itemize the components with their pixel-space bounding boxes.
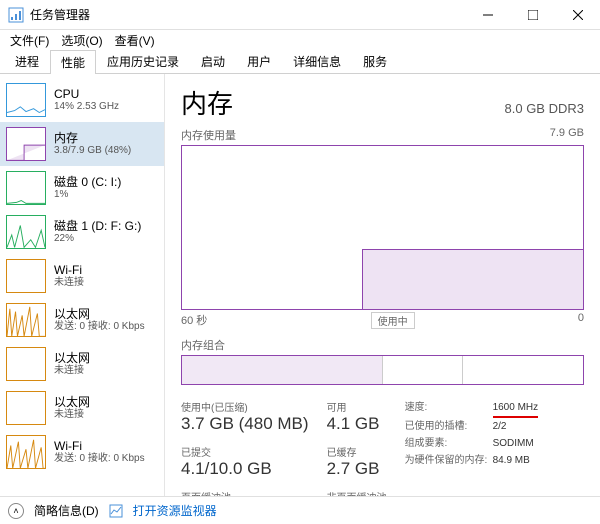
- net-sparkline: [6, 259, 46, 293]
- net-sparkline: [6, 435, 46, 469]
- stat-inuse-label: 使用中(已压缩): [181, 399, 309, 414]
- net-sparkline: [6, 303, 46, 337]
- compo-seg-standby: [383, 356, 463, 384]
- titlebar: 任务管理器: [0, 0, 600, 30]
- sidebar-item-eth2[interactable]: 以太网未连接: [0, 342, 164, 386]
- sidebar-item-label: CPU: [54, 87, 119, 101]
- disk-sparkline: [6, 215, 46, 249]
- compo-seg-inuse: [182, 356, 383, 384]
- composition-bar: [181, 355, 584, 385]
- footer: ˄ 简略信息(D) 打开资源监视器: [0, 496, 600, 524]
- sidebar-item-cpu[interactable]: CPU14% 2.53 GHz: [0, 78, 164, 122]
- app-icon: [8, 7, 24, 23]
- fewer-details-icon[interactable]: ˄: [8, 503, 24, 519]
- sidebar-item-label: 磁盘 0 (C: I:): [54, 175, 121, 189]
- stat-paged-label: 页面缓冲池: [181, 489, 309, 496]
- tab-users[interactable]: 用户: [236, 49, 282, 73]
- sidebar-item-label: 磁盘 1 (D: F: G:): [54, 219, 141, 233]
- capacity-text: 8.0 GB DDR3: [505, 101, 584, 116]
- main-panel: 内存 8.0 GB DDR3 内存使用量 7.9 GB 60 秒 使用中 0 内…: [165, 74, 600, 496]
- axis-mid: 使用中: [371, 312, 415, 329]
- stat-avail-label: 可用: [327, 399, 387, 414]
- sidebar-item-wifi1[interactable]: Wi-Fi未连接: [0, 254, 164, 298]
- usage-label: 内存使用量: [181, 127, 236, 143]
- maximize-button[interactable]: [510, 0, 555, 30]
- sidebar-item-sub: 未连接: [54, 365, 90, 377]
- meta-hw-v: 84.9 MB: [493, 452, 530, 469]
- sidebar-item-sub: 未连接: [54, 277, 84, 289]
- tab-performance[interactable]: 性能: [50, 50, 96, 74]
- sidebar-item-sub: 未连接: [54, 409, 90, 421]
- tab-details[interactable]: 详细信息: [282, 49, 352, 73]
- meta-slots-k: 已使用的插槽:: [405, 418, 493, 435]
- sidebar-item-disk1[interactable]: 磁盘 1 (D: F: G:)22%: [0, 210, 164, 254]
- composition-label: 内存组合: [181, 337, 584, 353]
- sidebar-item-label: 内存: [54, 131, 131, 145]
- memory-sparkline: [6, 127, 46, 161]
- stat-committed-label: 已提交: [181, 444, 309, 459]
- sidebar-item-disk0[interactable]: 磁盘 0 (C: I:)1%: [0, 166, 164, 210]
- menu-file[interactable]: 文件(F): [6, 32, 53, 49]
- meta-slots-v: 2/2: [493, 418, 507, 435]
- disk-sparkline: [6, 171, 46, 205]
- minimize-button[interactable]: [465, 0, 510, 30]
- sidebar-item-sub: 14% 2.53 GHz: [54, 101, 119, 113]
- net-sparkline: [6, 391, 46, 425]
- page-title: 内存: [181, 84, 233, 121]
- open-resmon-link[interactable]: 打开资源监视器: [133, 502, 217, 519]
- tab-history[interactable]: 应用历史记录: [96, 49, 190, 73]
- sidebar-item-eth3[interactable]: 以太网未连接: [0, 386, 164, 430]
- sidebar-item-sub: 发送: 0 接收: 0 Kbps: [54, 321, 145, 333]
- usage-max: 7.9 GB: [550, 127, 584, 143]
- sidebar: CPU14% 2.53 GHz 内存3.8/7.9 GB (48%) 磁盘 0 …: [0, 74, 165, 496]
- fewer-details-button[interactable]: 简略信息(D): [34, 502, 99, 519]
- sidebar-item-sub: 发送: 0 接收: 0 Kbps: [54, 453, 145, 465]
- menu-view[interactable]: 查看(V): [111, 32, 159, 49]
- resmon-icon: [109, 504, 123, 518]
- stat-inuse-val: 3.7 GB (480 MB): [181, 414, 309, 434]
- stat-cached-label: 已缓存: [327, 444, 387, 459]
- close-button[interactable]: [555, 0, 600, 30]
- cpu-sparkline: [6, 83, 46, 117]
- net-sparkline: [6, 347, 46, 381]
- tabbar: 进程 性能 应用历史记录 启动 用户 详细信息 服务: [0, 50, 600, 74]
- stat-committed-val: 4.1/10.0 GB: [181, 459, 309, 479]
- sidebar-item-sub: 22%: [54, 233, 141, 245]
- axis-left: 60 秒: [181, 312, 207, 329]
- sidebar-item-label: 以太网: [54, 395, 90, 409]
- tab-processes[interactable]: 进程: [4, 49, 50, 73]
- sidebar-item-label: Wi-Fi: [54, 439, 145, 453]
- memory-chart: [181, 145, 584, 310]
- sidebar-item-label: Wi-Fi: [54, 263, 84, 277]
- sidebar-item-eth1[interactable]: 以太网发送: 0 接收: 0 Kbps: [0, 298, 164, 342]
- sidebar-item-label: 以太网: [54, 351, 90, 365]
- meta-form-v: SODIMM: [493, 435, 534, 452]
- meta-form-k: 组成要素:: [405, 435, 493, 452]
- tab-services[interactable]: 服务: [352, 49, 398, 73]
- sidebar-item-label: 以太网: [54, 307, 145, 321]
- axis-right: 0: [578, 312, 584, 329]
- meta-speed-k: 速度:: [405, 399, 493, 418]
- sidebar-item-sub: 1%: [54, 189, 121, 201]
- tab-startup[interactable]: 启动: [190, 49, 236, 73]
- window-title: 任务管理器: [30, 6, 465, 23]
- meta-hw-k: 为硬件保留的内存:: [405, 452, 493, 469]
- chart-fill: [362, 249, 583, 309]
- sidebar-item-memory[interactable]: 内存3.8/7.9 GB (48%): [0, 122, 164, 166]
- sidebar-item-sub: 3.8/7.9 GB (48%): [54, 145, 131, 157]
- menu-options[interactable]: 选项(O): [57, 32, 106, 49]
- stat-nonpaged-label: 非页面缓冲池: [327, 489, 387, 496]
- stat-avail-val: 4.1 GB: [327, 414, 387, 434]
- meta-speed-v: 1600 MHz: [493, 399, 539, 418]
- menubar: 文件(F) 选项(O) 查看(V): [0, 30, 600, 50]
- sidebar-item-wifi2[interactable]: Wi-Fi发送: 0 接收: 0 Kbps: [0, 430, 164, 474]
- stat-cached-val: 2.7 GB: [327, 459, 387, 479]
